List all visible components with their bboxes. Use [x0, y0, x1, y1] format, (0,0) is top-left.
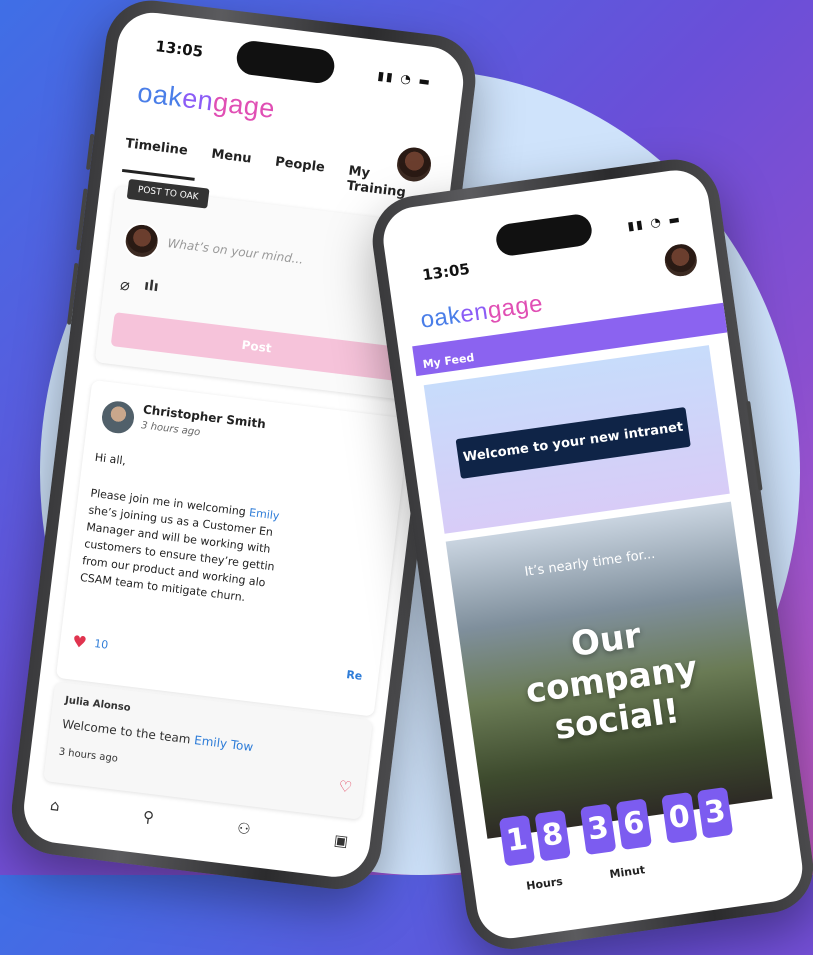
- mention-link[interactable]: Emily: [248, 506, 280, 523]
- comment-time: 3 hours ago: [58, 746, 119, 765]
- attach-icon[interactable]: ⌀: [119, 275, 131, 295]
- post-body: Please join me in welcoming Emily she’s …: [79, 485, 389, 623]
- composer-avatar: [121, 220, 162, 261]
- status-time: 13:05: [421, 259, 471, 285]
- status-icons: ▮▮ ◔ ▬: [376, 68, 433, 89]
- countdown-digit: 6: [615, 798, 653, 851]
- comment-author: Julia Alonso: [64, 694, 132, 714]
- home-icon[interactable]: ⌂: [49, 796, 61, 815]
- people-icon[interactable]: ⚇: [236, 819, 252, 839]
- countdown-digit: 3: [696, 786, 734, 839]
- countdown-label-minutes: Minut: [608, 863, 646, 882]
- poll-icon[interactable]: ılı: [143, 278, 159, 296]
- oakengage-logo: oakengage: [418, 289, 545, 334]
- post-button[interactable]: Post: [110, 312, 403, 382]
- post-input[interactable]: What’s on your mind...: [167, 236, 304, 267]
- tab-menu[interactable]: Menu: [208, 147, 262, 189]
- status-time: 13:05: [154, 37, 205, 61]
- oakengage-logo: oakengage: [135, 77, 277, 124]
- like-count: 10: [93, 637, 109, 652]
- welcome-hero: Welcome to your new intranet: [423, 345, 730, 534]
- side-button: [66, 262, 79, 325]
- post-to-oak-label: POST TO OAK: [126, 178, 210, 209]
- comment-heart-icon[interactable]: ♡: [338, 777, 354, 797]
- status-icons: ▮▮ ◔ ▬: [626, 211, 683, 234]
- comment-text: Welcome to the team Emily Tow: [61, 717, 254, 754]
- dynamic-island: [494, 212, 594, 258]
- dynamic-island: [234, 39, 337, 85]
- user-avatar[interactable]: [660, 239, 702, 281]
- countdown-digit: 0: [661, 791, 698, 844]
- countdown-digit: 1: [498, 814, 536, 867]
- countdown-digit: 3: [580, 803, 617, 856]
- tab-people[interactable]: People: [272, 155, 336, 198]
- side-button: [85, 133, 95, 171]
- author-avatar: [97, 397, 139, 438]
- post-greeting: Hi all,: [94, 450, 127, 468]
- welcome-banner: Welcome to your new intranet: [455, 407, 691, 479]
- comment-text-prefix: Welcome to the team: [61, 716, 196, 747]
- tab-timeline[interactable]: Timeline: [121, 136, 199, 181]
- reply-link[interactable]: Re: [346, 668, 363, 683]
- like-heart-icon[interactable]: ♥: [71, 631, 88, 652]
- side-button: [76, 188, 88, 251]
- countdown-digit: 8: [534, 809, 571, 862]
- search-icon[interactable]: ⚲: [142, 807, 155, 826]
- chat-icon[interactable]: ▣: [333, 831, 349, 851]
- post-time: 3 hours ago: [140, 420, 201, 439]
- comment-mention[interactable]: Emily Tow: [193, 733, 254, 754]
- promo-subtitle: It’s nearly time for...: [523, 546, 657, 580]
- countdown-label-hours: Hours: [525, 874, 564, 893]
- post-card: Christopher Smith 3 hours ago Hi all, Pl…: [55, 379, 410, 717]
- promo-title: Our company social!: [523, 615, 700, 749]
